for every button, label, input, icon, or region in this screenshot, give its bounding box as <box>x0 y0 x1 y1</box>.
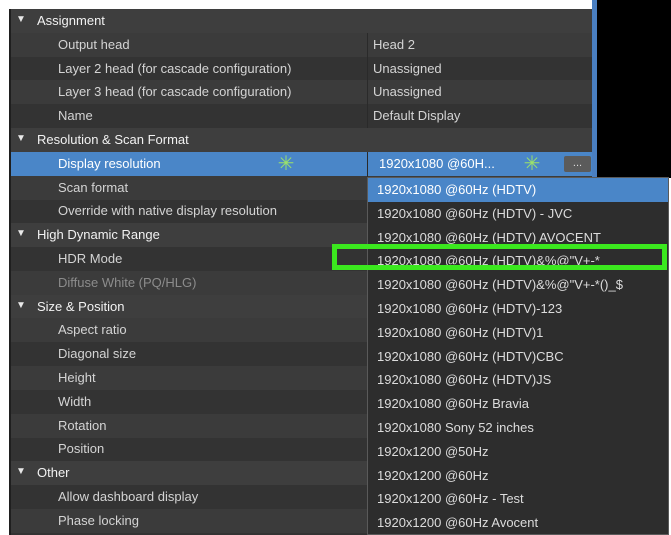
column-divider <box>367 151 368 176</box>
dropdown-option-label: 1920x1200 @60Hz Avocent <box>377 515 539 531</box>
dropdown-option-label: 1920x1080 @60Hz (HDTV) AVOCENT <box>377 229 601 245</box>
dropdown-option-label: 1920x1080 @60Hz (HDTV)1 <box>377 324 544 340</box>
property-label: Diffuse White (PQ/HLG) <box>58 274 197 290</box>
resolution-dropdown-list[interactable]: 1920x1080 @60Hz (HDTV) 1920x1080 @60Hz (H… <box>367 177 669 535</box>
dropdown-option-label: 1920x1080 @60Hz (HDTV)CBC <box>377 348 564 364</box>
dropdown-option[interactable]: 1920x1080 @60Hz (HDTV) AVOCENT <box>368 226 668 250</box>
dropdown-option[interactable]: 1920x1200 @60Hz - Test <box>368 487 668 511</box>
property-label: Aspect ratio <box>58 322 127 338</box>
dropdown-option-label: 1920x1200 @60Hz <box>377 467 489 483</box>
dropdown-option[interactable]: 1920x1080 Sony 52 inches <box>368 416 668 440</box>
property-label: Phase locking <box>58 512 139 528</box>
property-label: Rotation <box>58 417 107 433</box>
section-title: Other <box>37 465 70 481</box>
column-divider <box>367 80 368 105</box>
property-label: Diagonal size <box>58 346 137 362</box>
dropdown-option[interactable]: 1920x1200 @60Hz Avocent <box>368 511 668 534</box>
dropdown-option-label: 1920x1080 @60Hz Bravia <box>377 396 529 412</box>
property-value[interactable]: Unassigned <box>373 61 442 76</box>
dropdown-option-label: 1920x1080 @60Hz (HDTV) - JVC <box>377 205 573 221</box>
property-label: Width <box>58 393 92 409</box>
property-value[interactable]: Unassigned <box>373 84 442 99</box>
triangle-down-icon[interactable]: ▼ <box>16 466 26 477</box>
dropdown-option[interactable]: 1920x1080 @60Hz (HDTV)-123 <box>368 297 668 321</box>
property-label: Display resolution <box>58 155 161 171</box>
browse-ellipsis-button[interactable]: ... <box>564 155 591 172</box>
dropdown-option-label: 1920x1080 @60Hz (HDTV)JS <box>377 372 552 388</box>
dropdown-option-label: 1920x1080 @60Hz (HDTV) <box>377 182 537 197</box>
section-title: Resolution & Scan Format <box>37 132 189 147</box>
dropdown-option[interactable]: 1920x1080 @60Hz (HDTV)JS <box>368 368 668 392</box>
dropdown-option-label: 1920x1200 @50Hz <box>377 443 489 459</box>
property-label: Allow dashboard display <box>58 489 199 504</box>
section-title: High Dynamic Range <box>37 227 160 243</box>
property-label: Override with native display resolution <box>58 203 277 219</box>
column-divider <box>367 56 368 81</box>
dropdown-option[interactable]: 1920x1080 @60Hz (HDTV)1 <box>368 321 668 345</box>
property-label: Position <box>58 441 105 457</box>
property-row-name[interactable]: Name Default Display <box>11 104 592 129</box>
property-label: Height <box>58 370 96 385</box>
dropdown-option-label: 1920x1200 @60Hz - Test <box>377 491 524 507</box>
dropdown-option[interactable]: 1920x1080 @60Hz (HDTV) <box>368 178 668 202</box>
triangle-down-icon[interactable]: ▼ <box>16 133 26 144</box>
property-label: Name <box>58 108 93 124</box>
property-label: Layer 3 head (for cascade configuration) <box>58 84 292 100</box>
dropdown-option-label: 1920x1080 @60Hz (HDTV)&%@"V+-* <box>377 253 600 269</box>
window-edge <box>592 0 597 178</box>
property-row-layer-3-head-for-cascade-configuration[interactable]: Layer 3 head (for cascade configuration)… <box>11 80 592 105</box>
property-label: HDR Mode <box>58 251 123 266</box>
property-row-layer-2-head-for-cascade-configuration[interactable]: Layer 2 head (for cascade configuration)… <box>11 56 592 81</box>
property-row-output-head[interactable]: Output head Head 2 <box>11 32 592 57</box>
dropdown-option[interactable]: 1920x1080 @60Hz (HDTV)CBC <box>368 345 668 369</box>
property-row-display-resolution[interactable]: Display resolution 1920x1080 @60H... ✳ ✳... <box>11 151 592 176</box>
property-label: Layer 2 head (for cascade configuration) <box>58 60 292 76</box>
column-divider <box>367 104 368 129</box>
dropdown-option[interactable]: 1920x1200 @50Hz <box>368 440 668 464</box>
property-label: Scan format <box>58 179 129 195</box>
dropdown-option[interactable]: 1920x1080 @60Hz (HDTV)&%@"V+-*()_$ <box>368 273 668 297</box>
triangle-down-icon[interactable]: ▼ <box>16 300 26 311</box>
dropdown-option[interactable]: 1920x1080 @60Hz Bravia <box>368 392 668 416</box>
background-black <box>597 0 671 178</box>
property-value[interactable]: Default Display <box>373 108 460 123</box>
column-divider <box>367 32 368 57</box>
property-value[interactable]: 1920x1080 @60H... <box>379 156 495 171</box>
section-header-assignment[interactable]: ▼ Assignment <box>11 9 592 33</box>
section-title: Size & Position <box>37 298 125 314</box>
dropdown-option-label: 1920x1080 @60Hz (HDTV)-123 <box>377 301 563 316</box>
section-title: Assignment <box>37 13 105 28</box>
property-label: Output head <box>58 36 130 52</box>
triangle-down-icon[interactable]: ▼ <box>16 228 26 239</box>
dropdown-option[interactable]: 1920x1200 @60Hz <box>368 464 668 488</box>
dropdown-option[interactable]: 1920x1080 @60Hz (HDTV) - JVC <box>368 202 668 226</box>
green-sparkle-icon: ✳ <box>277 152 295 175</box>
dropdown-option[interactable]: 1920x1080 @60Hz (HDTV)&%@"V+-* <box>368 249 668 273</box>
triangle-down-icon[interactable]: ▼ <box>16 14 26 25</box>
section-header-resolution-scan-format[interactable]: ▼ Resolution & Scan Format <box>11 128 592 152</box>
property-value[interactable]: Head 2 <box>373 37 415 52</box>
dropdown-option-label: 1920x1080 Sony 52 inches <box>377 420 534 435</box>
dropdown-option-label: 1920x1080 @60Hz (HDTV)&%@"V+-*()_$ <box>377 277 623 293</box>
green-sparkle-icon: ✳ <box>523 152 541 175</box>
